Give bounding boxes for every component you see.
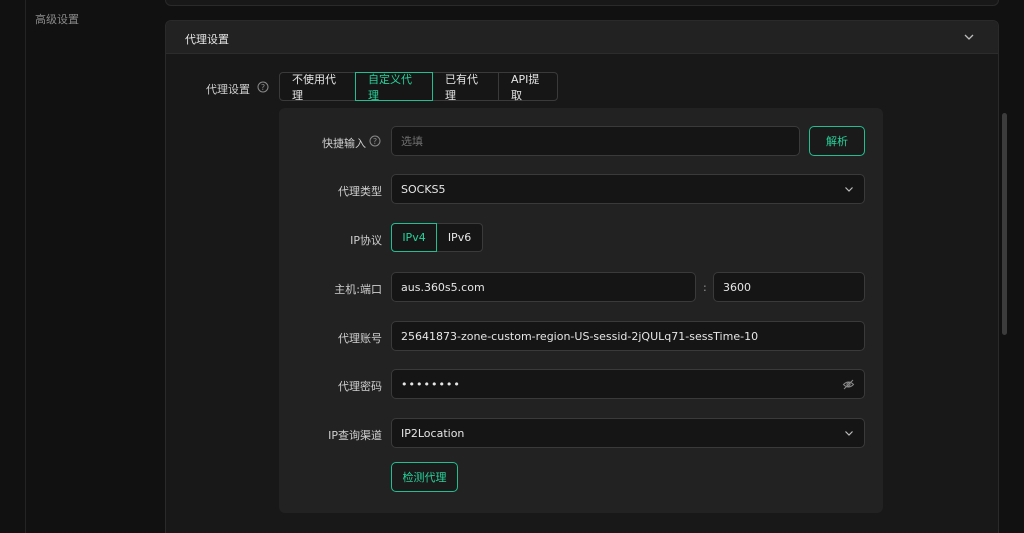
sidebar-divider xyxy=(25,0,26,533)
proxy-type-label: 代理类型 xyxy=(338,185,382,198)
password-value: •••••••• xyxy=(401,377,461,391)
password-label: 代理密码 xyxy=(338,380,382,393)
host-port-label: 主机:端口 xyxy=(334,283,382,296)
ip-protocol-label: IP协议 xyxy=(350,234,382,247)
quick-input-field[interactable]: 选填 xyxy=(391,126,800,156)
card-header[interactable]: 代理设置 xyxy=(166,21,998,54)
help-icon[interactable]: ? xyxy=(257,81,269,93)
proxy-mode-label: 代理设置 xyxy=(206,83,250,96)
parse-button[interactable]: 解析 xyxy=(809,126,865,156)
check-proxy-button[interactable]: 检测代理 xyxy=(391,462,458,492)
ip-channel-select[interactable]: IP2Location xyxy=(391,418,865,448)
ipv6-option[interactable]: IPv6 xyxy=(436,223,483,252)
ip-channel-value: IP2Location xyxy=(401,426,465,440)
chevron-down-icon[interactable] xyxy=(962,30,976,44)
custom-proxy-panel xyxy=(279,108,883,513)
port-value: 3600 xyxy=(723,280,751,294)
quick-input-label: 快捷输入 xyxy=(322,137,366,150)
scrollbar-thumb[interactable] xyxy=(1002,113,1007,335)
help-icon[interactable]: ? xyxy=(369,135,381,147)
eye-off-icon[interactable] xyxy=(842,378,855,391)
svg-text:?: ? xyxy=(261,83,265,92)
tab-custom-proxy[interactable]: 自定义代理 xyxy=(355,72,433,102)
password-input[interactable]: •••••••• xyxy=(391,369,865,399)
port-input[interactable]: 3600 xyxy=(713,272,865,302)
account-input[interactable]: 25641873-zone-custom-region-US-sessid-2j… xyxy=(391,321,865,351)
quick-input-placeholder: 选填 xyxy=(401,135,423,148)
proxy-type-select[interactable]: SOCKS5 xyxy=(391,174,865,204)
sidebar-item-advanced[interactable]: 高级设置 xyxy=(35,11,79,27)
ip-protocol-segmented: IPv4 IPv6 xyxy=(391,223,483,252)
chevron-down-icon xyxy=(845,431,853,436)
ipv4-option[interactable]: IPv4 xyxy=(391,223,437,252)
host-port-separator: : xyxy=(703,281,707,294)
tab-api-extract[interactable]: API提取 xyxy=(498,72,558,102)
card-title: 代理设置 xyxy=(185,33,229,46)
previous-section-card xyxy=(165,0,999,6)
proxy-type-value: SOCKS5 xyxy=(401,182,446,196)
account-value: 25641873-zone-custom-region-US-sessid-2j… xyxy=(401,329,759,343)
svg-text:?: ? xyxy=(373,137,377,146)
host-input[interactable]: aus.360s5.com xyxy=(391,272,696,302)
chevron-down-icon xyxy=(845,187,853,192)
ip-channel-label: IP查询渠道 xyxy=(328,429,382,442)
account-label: 代理账号 xyxy=(338,332,382,345)
tab-no-proxy[interactable]: 不使用代理 xyxy=(279,72,356,102)
proxy-mode-segmented: 不使用代理 自定义代理 已有代理 API提取 xyxy=(279,72,558,102)
tab-existing-proxy[interactable]: 已有代理 xyxy=(432,72,499,102)
host-value: aus.360s5.com xyxy=(401,280,485,294)
